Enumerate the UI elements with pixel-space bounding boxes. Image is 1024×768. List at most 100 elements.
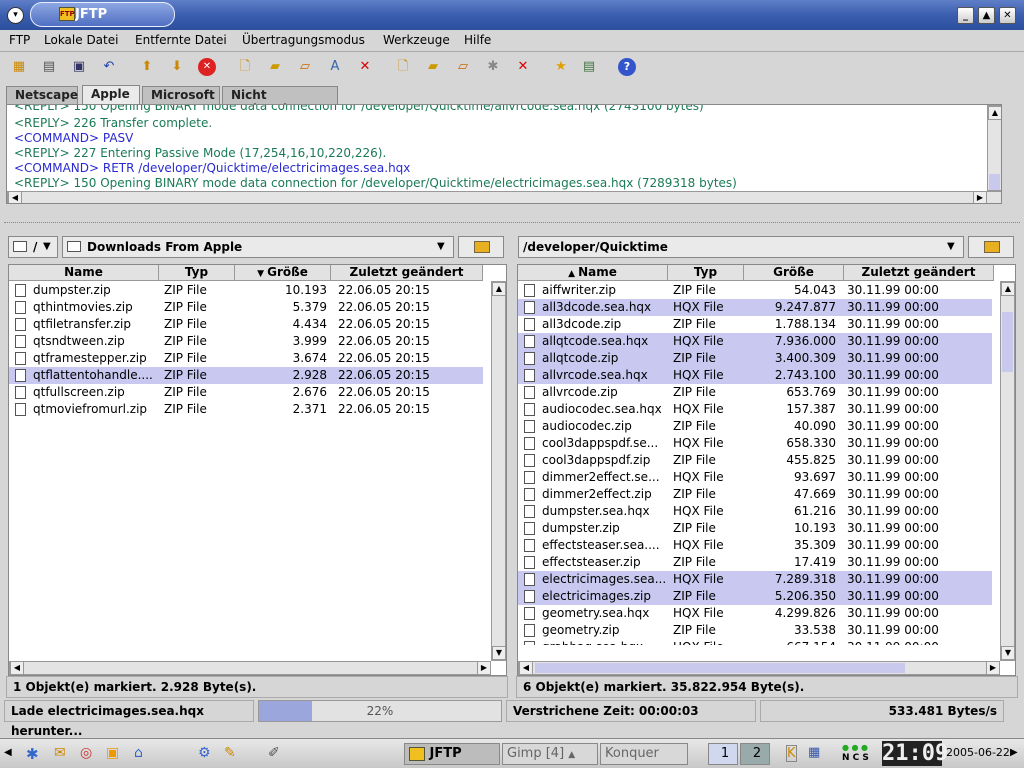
local-path-select[interactable]: Downloads From Apple ▼ bbox=[62, 236, 454, 258]
scroll-thumb[interactable] bbox=[1002, 312, 1013, 372]
table-row[interactable]: dimmer2effect.zip ZIP File 47.669 30.11.99 … bbox=[518, 486, 992, 503]
table-row[interactable]: qthintmovies.zip ZIP File 5.379 22.06.05 20… bbox=[9, 299, 483, 316]
scroll-thumb[interactable] bbox=[989, 174, 1000, 190]
local-parent-folder-button[interactable] bbox=[458, 236, 504, 258]
window-menu-button[interactable]: ▾ bbox=[7, 7, 24, 24]
stop-icon[interactable]: ✕ bbox=[198, 58, 216, 76]
table-row[interactable]: allvrcode.zip ZIP File 653.769 30.11.99 00:… bbox=[518, 384, 992, 401]
table-row[interactable]: geometry.zip ZIP File 33.538 30.11.99 00:00 bbox=[518, 622, 992, 639]
table-row[interactable]: audiocodec.sea.hqx HQX File 157.387 30.11.9… bbox=[518, 401, 992, 418]
menu-remote-file[interactable]: Entfernte Datei bbox=[135, 33, 227, 47]
table-row[interactable]: dumpster.sea.hqx HQX File 61.216 30.11.99 0… bbox=[518, 503, 992, 520]
table-row[interactable]: electricimages.zip ZIP File 5.206.350 30.11… bbox=[518, 588, 992, 605]
local-drive-select[interactable]: / ▼ bbox=[8, 236, 58, 258]
remote-vertical-scrollbar[interactable]: ▲ ▼ bbox=[1000, 281, 1015, 661]
kde-menu-icon[interactable]: ✱ bbox=[26, 745, 39, 763]
column-header-name[interactable]: Name bbox=[9, 265, 159, 281]
scroll-left-icon[interactable]: ◀ bbox=[519, 661, 533, 675]
calendar-icon[interactable]: ▦ bbox=[808, 745, 820, 760]
site-manager-icon[interactable]: ▣ bbox=[70, 58, 88, 76]
table-row[interactable]: dumpster.zip ZIP File 10.193 22.06.05 20:15 bbox=[9, 282, 483, 299]
lifebuoy-icon[interactable]: ◎ bbox=[80, 745, 92, 761]
table-row[interactable]: allqtcode.sea.hqx HQX File 7.936.000 30.11.… bbox=[518, 333, 992, 350]
table-row[interactable]: qtmoviefromurl.zip ZIP File 2.371 22.06.05 … bbox=[9, 401, 483, 418]
remote-new-folder-icon[interactable]: ▰ bbox=[424, 58, 442, 76]
local-rename-icon[interactable]: A bbox=[326, 58, 344, 76]
local-vertical-scrollbar[interactable]: ▲ ▼ bbox=[491, 281, 506, 661]
editor-icon[interactable]: ✎ bbox=[224, 745, 236, 761]
remote-parent-folder-button[interactable] bbox=[968, 236, 1014, 258]
table-row[interactable]: audiocodec.zip ZIP File 40.090 30.11.99 00:… bbox=[518, 418, 992, 435]
clipboard-icon[interactable]: ✐ bbox=[268, 745, 280, 761]
help-icon[interactable]: ? bbox=[618, 58, 636, 76]
table-row[interactable]: allvrcode.sea.hqx HQX File 2.743.100 30.11.… bbox=[518, 367, 992, 384]
home-icon[interactable]: ⌂ bbox=[134, 745, 143, 761]
scroll-left-icon[interactable]: ◀ bbox=[8, 191, 22, 203]
scroll-right-icon[interactable]: ▶ bbox=[986, 661, 1000, 675]
table-row[interactable]: allqtcode.zip ZIP File 3.400.309 30.11.99 0… bbox=[518, 350, 992, 367]
table-row[interactable]: qtfiletransfer.zip ZIP File 4.434 22.06.05 … bbox=[9, 316, 483, 333]
log-horizontal-scrollbar[interactable]: ◀ ▶ bbox=[7, 191, 1001, 203]
disconnect-icon[interactable]: ▤ bbox=[40, 58, 58, 76]
scroll-left-icon[interactable]: ◀ bbox=[10, 661, 24, 675]
local-new-file-icon[interactable]: 🗋 bbox=[236, 58, 254, 76]
local-file-table[interactable]: Name Typ ▼ Größe Zuletzt geändert dumpst… bbox=[8, 264, 507, 676]
remote-rename-icon[interactable]: ✱ bbox=[484, 58, 502, 76]
klipper-icon[interactable]: K bbox=[786, 745, 797, 762]
taskbar-left-arrow-icon[interactable]: ◀ bbox=[4, 747, 12, 758]
scroll-right-icon[interactable]: ▶ bbox=[973, 191, 987, 203]
scroll-down-icon[interactable]: ▼ bbox=[492, 646, 506, 660]
task-konqueror[interactable]: Konquer bbox=[600, 743, 688, 765]
upload-icon[interactable]: ⬆ bbox=[138, 58, 156, 76]
scroll-up-icon[interactable]: ▲ bbox=[1001, 282, 1015, 296]
table-row[interactable]: aiffwriter.zip ZIP File 54.043 30.11.99 00:… bbox=[518, 282, 992, 299]
tab-apple[interactable]: Apple bbox=[82, 85, 140, 104]
table-row[interactable]: cool3dappspdf.se... HQX File 658.330 30.11.… bbox=[518, 435, 992, 452]
maximize-button[interactable]: ▲ bbox=[978, 7, 995, 24]
scroll-thumb[interactable] bbox=[535, 663, 905, 673]
table-row[interactable]: all3dcode.sea.hqx HQX File 9.247.877 30.11.… bbox=[518, 299, 992, 316]
new-connection-icon[interactable]: ▦ bbox=[10, 58, 28, 76]
close-button[interactable]: ✕ bbox=[999, 7, 1016, 24]
menu-ftp[interactable]: FTP bbox=[9, 33, 30, 47]
download-icon[interactable]: ⬇ bbox=[168, 58, 186, 76]
terminal-icon[interactable]: ▣ bbox=[106, 745, 119, 761]
tab-netscape[interactable]: Netscape bbox=[6, 86, 78, 104]
scroll-right-icon[interactable]: ▶ bbox=[477, 661, 491, 675]
table-row[interactable]: all3dcode.zip ZIP File 1.788.134 30.11.99 0… bbox=[518, 316, 992, 333]
table-row[interactable]: qtsndtween.zip ZIP File 3.999 22.06.05 20:1… bbox=[9, 333, 483, 350]
local-delete-icon[interactable]: ✕ bbox=[356, 58, 374, 76]
table-row[interactable]: dimmer2effect.se... HQX File 93.697 30.11.9… bbox=[518, 469, 992, 486]
bookmark-star-icon[interactable]: ★ bbox=[552, 58, 570, 76]
table-row[interactable]: electricimages.sea... HQX File 7.289.318 30… bbox=[518, 571, 992, 588]
local-horizontal-scrollbar[interactable]: ◀ ▶ bbox=[9, 661, 491, 675]
tab-not-connected[interactable]: Nicht verbunden bbox=[222, 86, 338, 116]
local-open-folder-icon[interactable]: ▱ bbox=[296, 58, 314, 76]
taskbar-right-arrow-icon[interactable]: ▶ bbox=[1010, 747, 1018, 758]
remote-delete-icon[interactable]: ✕ bbox=[514, 58, 532, 76]
column-header-type[interactable]: Typ bbox=[159, 265, 235, 281]
table-row[interactable]: effectsteaser.sea.... HQX File 35.309 30.11… bbox=[518, 537, 992, 554]
remote-open-folder-icon[interactable]: ▱ bbox=[454, 58, 472, 76]
remote-horizontal-scrollbar[interactable]: ◀ ▶ bbox=[518, 661, 1000, 675]
column-header-modified[interactable]: Zuletzt geändert bbox=[331, 265, 483, 281]
desktop-2-button[interactable]: 2 bbox=[740, 743, 770, 765]
table-row[interactable]: qtframestepper.zip ZIP File 3.674 22.06.05 … bbox=[9, 350, 483, 367]
menu-transfer-mode[interactable]: Übertragungsmodus bbox=[242, 33, 365, 47]
split-divider[interactable] bbox=[4, 222, 1020, 228]
tab-microsoft[interactable]: Microsoft bbox=[142, 86, 220, 104]
table-row[interactable]: cool3dappspdf.zip ZIP File 455.825 30.11.99… bbox=[518, 452, 992, 469]
table-row[interactable]: qtflattentohandle.... ZIP File 2.928 22.06.… bbox=[9, 367, 483, 384]
task-gimp[interactable]: Gimp [4] ▲ bbox=[502, 743, 598, 765]
scroll-up-icon[interactable]: ▲ bbox=[492, 282, 506, 296]
local-new-folder-icon[interactable]: ▰ bbox=[266, 58, 284, 76]
desktop-1-button[interactable]: 1 bbox=[708, 743, 738, 765]
table-row[interactable]: effectsteaser.zip ZIP File 17.419 30.11.99 … bbox=[518, 554, 992, 571]
log-view-icon[interactable]: ▤ bbox=[580, 58, 598, 76]
table-row[interactable]: grabbag.sea.hqx HQX File667.154 30.11.99 0… bbox=[518, 639, 992, 645]
scroll-up-icon[interactable]: ▲ bbox=[988, 106, 1001, 120]
remote-file-table[interactable]: ▲ Name Typ Größe Zuletzt geändert aiffwr… bbox=[517, 264, 1016, 676]
network-icon[interactable]: ⚙ bbox=[198, 745, 211, 761]
column-header-size[interactable]: ▼ Größe bbox=[235, 265, 331, 281]
table-row[interactable]: qtfullscreen.zip ZIP File 2.676 22.06.05 20… bbox=[9, 384, 483, 401]
